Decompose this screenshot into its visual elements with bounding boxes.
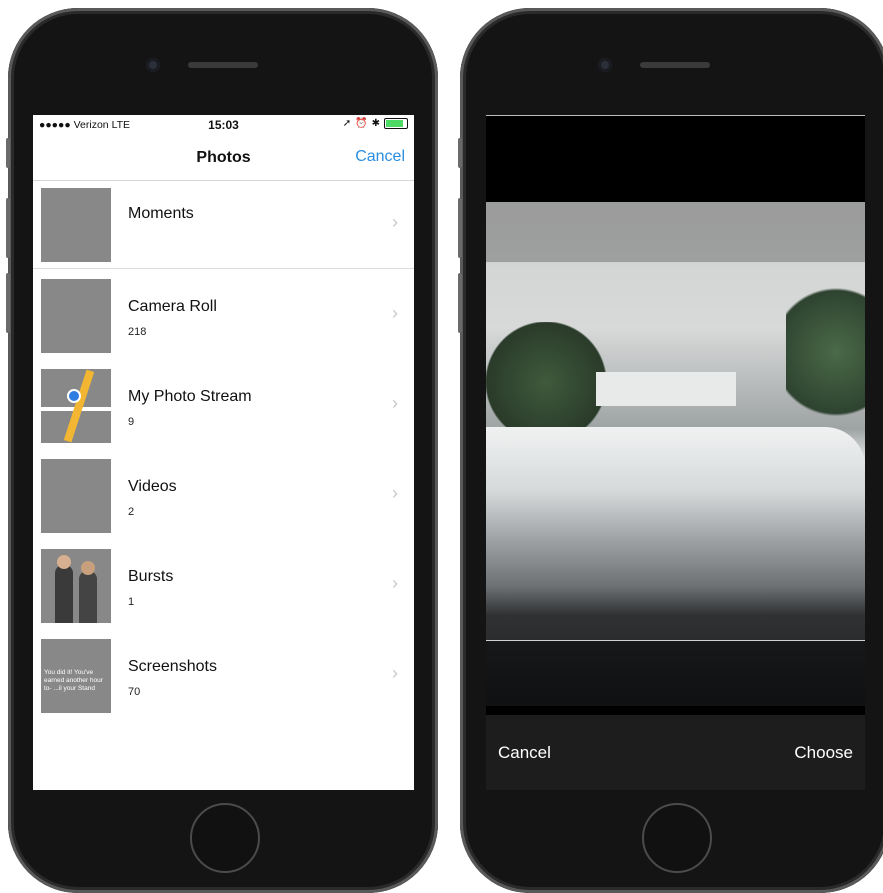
album-count: 218 — [128, 326, 147, 338]
album-row-my-photo-stream[interactable]: My Photo Stream 9 › — [33, 363, 414, 453]
cancel-button[interactable]: Cancel — [355, 148, 405, 166]
chevron-right-icon: › — [392, 212, 398, 232]
earpiece-speaker — [188, 62, 258, 68]
volume-up-button — [458, 198, 462, 258]
status-divider — [486, 115, 865, 116]
volume-down-button — [6, 273, 10, 333]
album-row-moments[interactable]: Moments › — [33, 182, 414, 272]
album-count: 9 — [128, 416, 135, 428]
album-title: Screenshots — [128, 658, 217, 675]
navigation-bar: Photos Cancel — [33, 135, 414, 181]
album-count: 1 — [128, 596, 135, 608]
album-row-bursts[interactable]: Bursts 1 › — [33, 543, 414, 633]
chevron-right-icon: › — [392, 663, 398, 683]
front-camera — [598, 58, 612, 72]
front-camera — [146, 58, 160, 72]
crop-mask-top — [486, 202, 865, 262]
album-row-screenshots[interactable]: You did it! You've earned another hour t… — [33, 633, 414, 723]
album-thumbnail — [41, 459, 111, 533]
bluetooth-icon: ✱ — [371, 118, 380, 129]
chevron-right-icon: › — [392, 393, 398, 413]
mute-switch — [6, 138, 10, 168]
album-thumbnail — [41, 188, 111, 262]
photo-preview[interactable] — [486, 202, 865, 706]
crop-toolbar: Cancel Choose — [486, 715, 865, 790]
crop-guide-top — [486, 262, 865, 263]
album-row-camera-roll[interactable]: Camera Roll 218 › — [33, 273, 414, 363]
location-icon: ➚ — [342, 118, 352, 129]
chevron-right-icon: › — [392, 573, 398, 593]
choose-button[interactable]: Choose — [794, 743, 853, 763]
volume-down-button — [458, 273, 462, 333]
crop-guide-bottom — [486, 640, 865, 641]
album-thumbnail: You did it! You've earned another hour t… — [41, 639, 111, 713]
album-row-videos[interactable]: Videos 2 › — [33, 453, 414, 543]
album-title: My Photo Stream — [128, 388, 252, 405]
earpiece-speaker — [640, 62, 710, 68]
album-count: 70 — [128, 686, 141, 698]
battery-icon — [384, 118, 408, 129]
cancel-button[interactable]: Cancel — [498, 743, 551, 763]
album-thumbnail — [41, 549, 111, 623]
mute-switch — [458, 138, 462, 168]
home-button[interactable] — [642, 803, 712, 873]
crop-screen: Cancel Choose — [486, 115, 865, 790]
volume-up-button — [6, 198, 10, 258]
thumbnail-text: You did it! You've earned another hour t… — [44, 669, 103, 692]
album-title: Videos — [128, 478, 177, 495]
album-title: Moments — [128, 205, 194, 222]
album-title: Bursts — [128, 568, 174, 585]
status-bar: ●●●●● Verizon LTE 15:03 ➚ ⏰ ✱ — [33, 115, 414, 135]
crop-mask-bottom — [486, 640, 865, 706]
album-count: 2 — [128, 506, 135, 518]
album-thumbnail — [41, 279, 111, 353]
album-thumbnail — [41, 369, 111, 443]
chevron-right-icon: › — [392, 303, 398, 323]
chevron-right-icon: › — [392, 483, 398, 503]
alarm-icon: ⏰ — [355, 118, 368, 129]
home-button[interactable] — [190, 803, 260, 873]
photos-screen: ●●●●● Verizon LTE 15:03 ➚ ⏰ ✱ Photos Can… — [33, 115, 414, 790]
album-title: Camera Roll — [128, 298, 217, 315]
